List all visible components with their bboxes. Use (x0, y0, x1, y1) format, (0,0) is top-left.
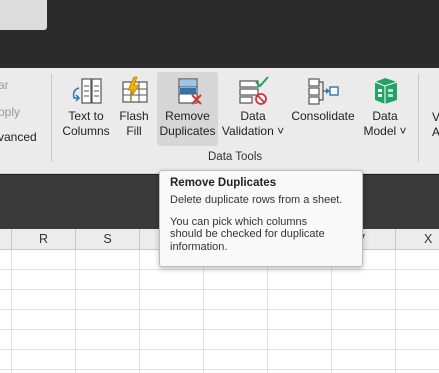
text-to-columns-icon (72, 78, 102, 104)
ribbon-advanced-label[interactable]: vanced (0, 130, 37, 144)
data-validation-label-1: Data (240, 109, 266, 123)
data-validation-icon (239, 76, 269, 105)
ribbon-overflow-button[interactable]: V A (426, 110, 439, 184)
data-model-icon (374, 78, 398, 104)
title-bar (0, 0, 439, 68)
data-model-button[interactable]: Data Model ˅ (360, 72, 410, 146)
consolidate-label-1: Consolidate (291, 109, 355, 123)
data-model-label-1: Data (372, 109, 398, 123)
flash-fill-button[interactable]: Flash Fill (115, 72, 153, 146)
ribbon-separator (418, 74, 419, 162)
spreadsheet-grid[interactable] (0, 250, 439, 373)
column-header-r[interactable]: R (12, 229, 76, 249)
remove-duplicates-tooltip: Remove Duplicates Delete duplicate rows … (159, 170, 363, 267)
data-validation-button[interactable]: Data Validation ˅ (220, 72, 286, 146)
tooltip-description: Delete duplicate rows from a sheet. (170, 194, 343, 206)
ribbon-overflow-label-1: V (431, 110, 439, 124)
ribbon-reapply-label[interactable]: pply (0, 105, 20, 119)
remove-duplicates-label-2: Duplicates (159, 124, 216, 138)
ribbon-clear-label[interactable]: ar (0, 78, 9, 92)
column-header-partial[interactable] (0, 229, 12, 249)
data-model-label-2: Model ˅ (363, 124, 407, 138)
remove-duplicates-button[interactable]: Remove Duplicates (157, 72, 218, 146)
tooltip-detail-line-3: information. (170, 240, 228, 253)
data-tools-group-label: Data Tools (208, 151, 263, 163)
remove-duplicates-icon (177, 78, 202, 105)
consolidate-icon (308, 78, 339, 105)
consolidate-button[interactable]: Consolidate (289, 72, 357, 146)
flash-fill-label-1: Flash (119, 109, 149, 123)
text-to-columns-label-1: Text to (68, 109, 104, 123)
ribbon: ar pply vanced Text to Columns Flash Fil… (0, 68, 439, 174)
remove-duplicates-label-1: Remove (165, 109, 210, 123)
column-header-s[interactable]: S (76, 229, 140, 249)
title-box (0, 0, 47, 30)
flash-fill-label-2: Fill (126, 124, 142, 138)
flash-fill-icon (122, 76, 148, 103)
column-header-x[interactable]: X (396, 229, 439, 249)
ribbon-overflow-label-2: A (431, 125, 439, 139)
text-to-columns-button[interactable]: Text to Columns (58, 72, 114, 146)
data-validation-label-2: Validation ˅ (221, 124, 285, 138)
text-to-columns-label-2: Columns (62, 124, 110, 138)
ribbon-separator (51, 74, 52, 162)
tooltip-detail-line-1: You can pick which columns (170, 215, 308, 228)
tooltip-title: Remove Duplicates (170, 177, 277, 189)
tooltip-detail-line-2: should be checked for duplicate (170, 228, 325, 240)
